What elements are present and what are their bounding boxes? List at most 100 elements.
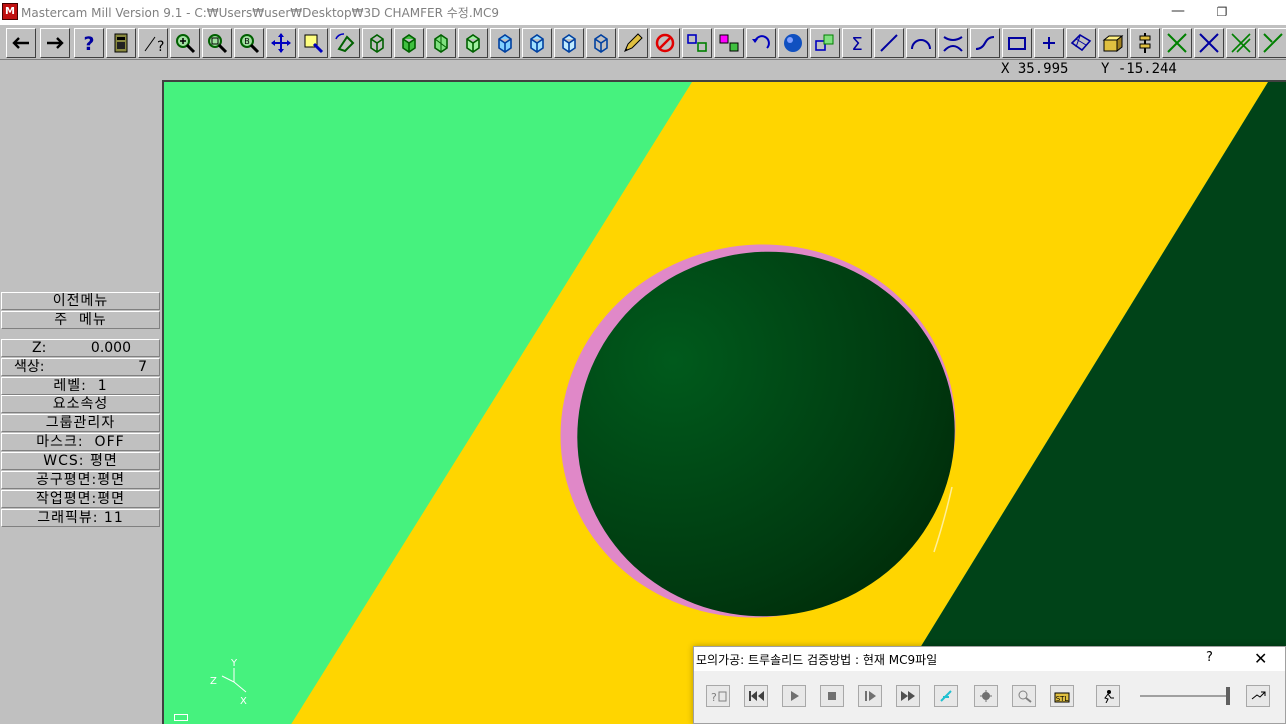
wcs-button[interactable]: WCS: 평면	[1, 452, 160, 470]
pan-button[interactable]	[266, 28, 296, 58]
rewind-button[interactable]	[744, 685, 768, 707]
axis-x-label: X	[240, 696, 247, 707]
left-menu-panel: 이전메뉴 주 메뉴 Z: 0.000 색상: 7 레벨: 1 요소속성 그룹관리자 …	[0, 80, 162, 724]
run-speed-icon	[1104, 690, 1114, 703]
cplane-iso-button[interactable]	[586, 28, 616, 58]
undo-button[interactable]	[746, 28, 776, 58]
view-top-button[interactable]	[362, 28, 392, 58]
z-depth-button[interactable]: Z: 0.000	[1, 339, 160, 357]
pencil-button[interactable]	[618, 28, 648, 58]
tool-plane-button[interactable]: 공구평면:평면	[1, 471, 160, 489]
trim-button[interactable]	[1162, 28, 1192, 58]
z-label: Z:	[32, 340, 47, 356]
fillet-button[interactable]	[938, 28, 968, 58]
color-button[interactable]: 색상: 7	[1, 358, 160, 376]
speed-slider-track[interactable]	[1140, 695, 1230, 697]
fast-forward-button[interactable]	[896, 685, 920, 707]
back-arrow-button[interactable]	[6, 28, 36, 58]
surface-button[interactable]	[1066, 28, 1096, 58]
run-speed-button[interactable]	[1096, 685, 1120, 707]
play-button[interactable]	[782, 685, 806, 707]
axis-z-label: Z	[210, 676, 217, 687]
verify-close-button[interactable]: ✕	[1254, 649, 1267, 668]
copy-button[interactable]	[714, 28, 744, 58]
verify-controls: ? STL	[694, 671, 1285, 723]
rotate-view-button[interactable]	[330, 28, 360, 58]
solid-box-button[interactable]	[1098, 28, 1128, 58]
line-button[interactable]	[874, 28, 904, 58]
stop-button[interactable]	[820, 685, 844, 707]
zoom-window-icon	[208, 34, 228, 54]
graphics-viewport[interactable]: Y Z X	[162, 80, 1286, 724]
sigma-button[interactable]: Σ	[842, 28, 872, 58]
stl-save-button[interactable]: STL	[1050, 685, 1074, 707]
spline-icon	[975, 36, 995, 50]
minimize-button[interactable]: —	[1168, 2, 1188, 22]
delete-button[interactable]	[650, 28, 680, 58]
level-label: 레벨: 1	[53, 378, 108, 394]
work-plane-button[interactable]: 작업평면:평면	[1, 490, 160, 508]
zoom-in-button[interactable]	[170, 28, 200, 58]
mask-button[interactable]: 마스크: OFF	[1, 433, 160, 451]
view-front-icon	[402, 34, 416, 53]
move-button[interactable]	[682, 28, 712, 58]
svg-text:STL: STL	[1056, 695, 1069, 703]
axis-y-label: Y	[231, 658, 238, 669]
tool-display-button[interactable]	[934, 685, 958, 707]
analyze-icon: ?	[144, 36, 164, 55]
trim-three-button[interactable]	[1226, 28, 1256, 58]
max-speed-button[interactable]	[1246, 685, 1270, 707]
options-button[interactable]: ?	[706, 685, 730, 707]
group-manager-label: 그룹관리자	[45, 415, 116, 431]
analyze-button[interactable]: ?	[138, 28, 168, 58]
view-side-icon	[434, 34, 448, 53]
prev-menu-button[interactable]: 이전메뉴	[1, 292, 160, 310]
attributes-button[interactable]: 요소속성	[1, 395, 160, 413]
restore-button[interactable]: ❐	[1212, 2, 1232, 22]
verify-help-button[interactable]: ?	[1206, 650, 1213, 665]
shade-sphere-button[interactable]	[778, 28, 808, 58]
zoom-select-icon	[304, 34, 324, 54]
view-top-icon	[370, 34, 384, 53]
break-button[interactable]	[1258, 28, 1286, 58]
color-value: 7	[138, 359, 147, 375]
transform-button[interactable]	[810, 28, 840, 58]
tool-display-icon	[940, 690, 952, 702]
step-button[interactable]	[858, 685, 882, 707]
collision-button[interactable]	[974, 685, 998, 707]
arc-button[interactable]	[906, 28, 936, 58]
wcs-label: WCS: 평면	[43, 453, 118, 469]
view-side-button[interactable]	[426, 28, 456, 58]
level-button[interactable]: 레벨: 1	[1, 377, 160, 395]
forward-arrow-button[interactable]	[40, 28, 70, 58]
help-button[interactable]: ?	[74, 28, 104, 58]
speed-slider-thumb[interactable]	[1226, 687, 1230, 705]
solid-model-render	[164, 82, 1286, 724]
calculator-button[interactable]	[106, 28, 136, 58]
svg-text:Σ: Σ	[851, 34, 862, 55]
view-front-button[interactable]	[394, 28, 424, 58]
rewind-icon	[749, 691, 764, 701]
cplane-side-button[interactable]	[554, 28, 584, 58]
shade-sphere-icon	[784, 34, 802, 52]
trim-two-button[interactable]	[1194, 28, 1224, 58]
step-icon	[865, 691, 876, 701]
graphic-view-button[interactable]: 그래픽뷰: 11	[1, 509, 160, 527]
rectangle-button[interactable]	[1002, 28, 1032, 58]
view-iso-button[interactable]	[458, 28, 488, 58]
compare-button[interactable]	[1012, 685, 1036, 707]
zoom-fit-button[interactable]: B	[234, 28, 264, 58]
toolpath-button[interactable]	[1130, 28, 1160, 58]
main-menu-button[interactable]: 주 메뉴	[1, 311, 160, 329]
cplane-front-button[interactable]	[522, 28, 552, 58]
zoom-select-button[interactable]	[298, 28, 328, 58]
cplane-front-icon	[530, 34, 544, 53]
spline-button[interactable]	[970, 28, 1000, 58]
zoom-window-button[interactable]	[202, 28, 232, 58]
coordinate-bar: X 35.995 Y -15.244	[0, 61, 1286, 79]
cplane-top-button[interactable]	[490, 28, 520, 58]
group-manager-button[interactable]: 그룹관리자	[1, 414, 160, 432]
point-button[interactable]	[1034, 28, 1064, 58]
surface-icon	[1070, 33, 1092, 52]
axis-triad-icon	[221, 668, 247, 693]
